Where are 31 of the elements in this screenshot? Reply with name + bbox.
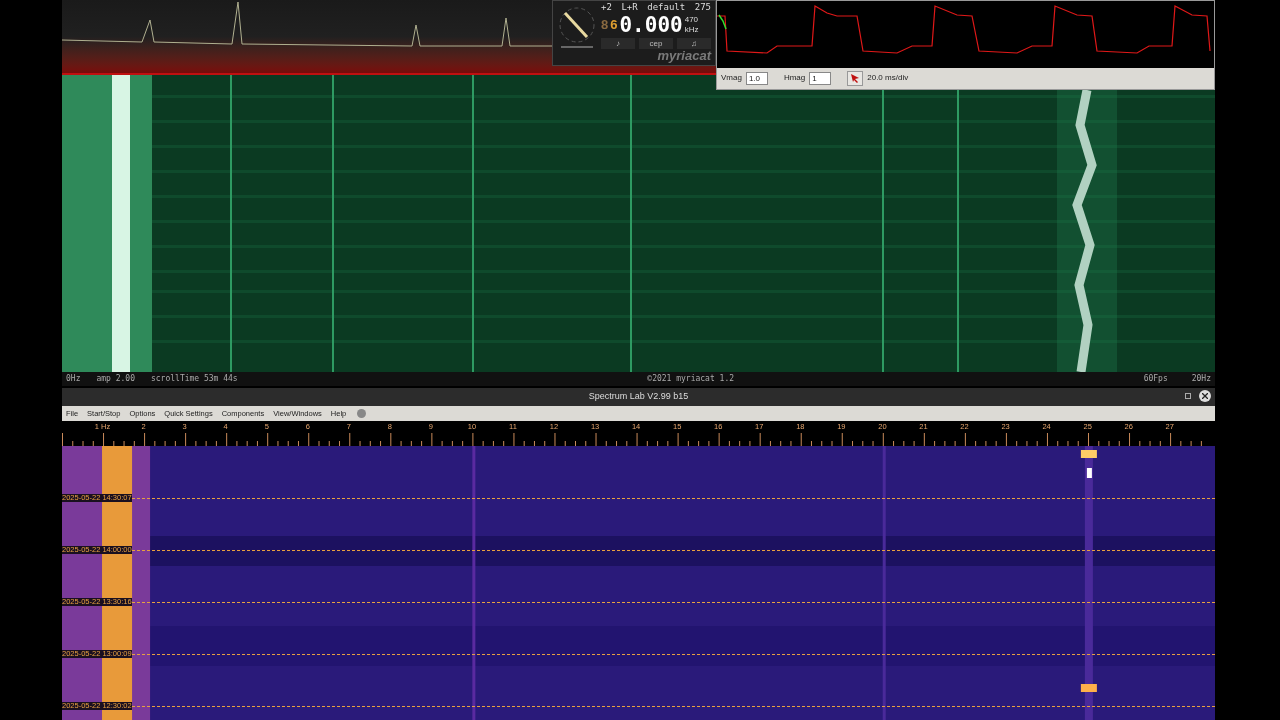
close-icon xyxy=(1202,393,1208,399)
status-text: 0Hz xyxy=(66,373,81,385)
maximize-icon[interactable] xyxy=(1185,393,1191,399)
meter-button[interactable]: cep xyxy=(639,37,673,49)
side-value: 470 xyxy=(684,15,699,25)
brand-logo: myriacat xyxy=(657,48,711,62)
preset-label: default xyxy=(647,1,686,14)
status-text: 20Hz xyxy=(1191,373,1211,385)
channel-label: L+R xyxy=(621,1,638,14)
frequency-readout: 0.000 xyxy=(619,14,683,36)
meter-button[interactable]: ♫ xyxy=(677,37,711,49)
input-field[interactable]: 1 xyxy=(809,71,832,85)
field-label: Vmag xyxy=(721,72,742,84)
status-text: 60Fps xyxy=(1143,373,1168,385)
field-label: Hmag xyxy=(783,72,806,84)
close-button[interactable] xyxy=(1199,390,1211,402)
cursor-button[interactable] xyxy=(847,70,864,86)
input-field[interactable]: 1.0 xyxy=(745,71,768,85)
gauge-icon xyxy=(557,5,597,51)
status-text: amp 2.00 xyxy=(96,373,135,385)
window-title: Spectrum Lab V2.99 b15 xyxy=(588,390,689,404)
timebase-label: 20.0 ms/div xyxy=(867,72,909,84)
digit-readout: 6 xyxy=(610,16,618,35)
cursor-icon xyxy=(850,73,861,83)
gain-label: +2 xyxy=(601,1,612,14)
value-label: 275 xyxy=(694,1,711,14)
meter-button[interactable]: ♪ xyxy=(601,37,635,49)
copyright-text: ©2021 myriacat 1.2 xyxy=(647,373,734,385)
dim-digits: 8 xyxy=(601,16,609,35)
unit-label: kHz xyxy=(684,25,699,35)
status-text: scrollTime 53m 44s xyxy=(151,373,238,385)
